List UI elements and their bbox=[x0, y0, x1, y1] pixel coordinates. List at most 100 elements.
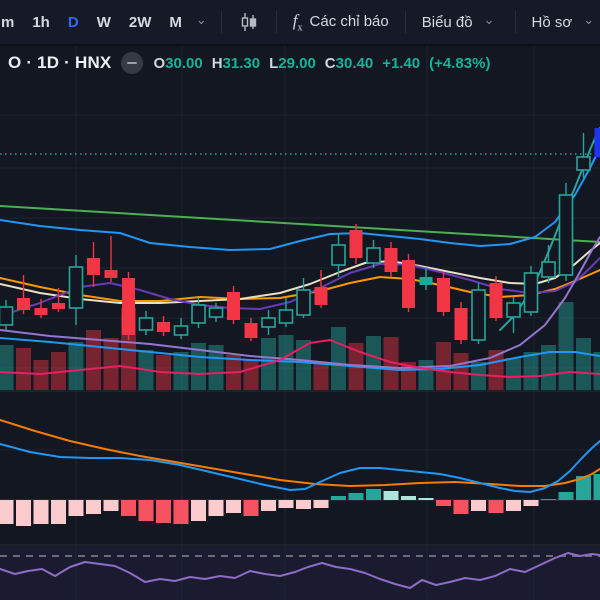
macd-histogram-bar bbox=[366, 489, 381, 500]
candle-body-up bbox=[506, 302, 521, 318]
volume-bar bbox=[33, 360, 49, 390]
timeframe-button-1h[interactable]: 1h bbox=[24, 9, 58, 36]
chart-style-button[interactable] bbox=[232, 6, 266, 38]
high-label: H bbox=[211, 54, 223, 72]
trading-app: m 1h D W 2W M ⌄ fx Các chỉ báo Biểu đồ ⌄ bbox=[0, 0, 600, 600]
candle-body-down bbox=[34, 308, 48, 315]
macd-histogram-bar bbox=[558, 492, 574, 500]
candle-body-up bbox=[576, 156, 591, 171]
candle-body-down bbox=[454, 308, 468, 340]
timeframe-button-1w[interactable]: W bbox=[89, 9, 119, 36]
change-value: +1.40 bbox=[382, 54, 421, 72]
toolbar-divider bbox=[404, 11, 406, 33]
macd-histogram-bar bbox=[138, 500, 154, 521]
volume-bar bbox=[366, 336, 381, 390]
volume-bar bbox=[418, 360, 434, 390]
volume-bar bbox=[453, 353, 469, 390]
candle-body-up bbox=[278, 309, 294, 324]
low-label: L bbox=[269, 54, 279, 72]
profile-label: Hồ sơ bbox=[531, 13, 573, 31]
top-toolbar: m 1h D W 2W M ⌄ fx Các chỉ báo Biểu đồ ⌄ bbox=[0, 0, 600, 46]
timeframe-button-2w[interactable]: 2W bbox=[121, 9, 160, 36]
macd-histogram-bar bbox=[226, 500, 241, 513]
candle-body-up bbox=[173, 325, 189, 336]
macd-histogram-bar bbox=[33, 500, 49, 524]
macd-histogram-bar bbox=[418, 498, 434, 500]
volume-bar bbox=[103, 338, 119, 390]
fx-icon: fx bbox=[292, 10, 303, 34]
volume-bar bbox=[68, 342, 84, 390]
profile-menu-button[interactable]: Hồ sơ ⌄ bbox=[526, 9, 600, 36]
macd-histogram-bar bbox=[16, 500, 31, 526]
macd-histogram-bar bbox=[436, 500, 451, 506]
indicators-button[interactable]: fx Các chỉ báo bbox=[287, 6, 395, 38]
open-label: O bbox=[153, 54, 166, 72]
volume-bar bbox=[313, 363, 329, 390]
macd-histogram-bar bbox=[86, 500, 101, 514]
candle-body-up bbox=[0, 306, 14, 326]
ohlc-values: O30.00 H31.30 L29.00 C30.40 +1.40 (+4.83… bbox=[153, 55, 490, 72]
macd-histogram-bar bbox=[401, 496, 416, 500]
macd-histogram-bar bbox=[68, 500, 84, 516]
macd-histogram-bar bbox=[313, 500, 329, 508]
macd-histogram-bar bbox=[541, 499, 556, 500]
volume-bar bbox=[16, 348, 31, 390]
candle-body-down bbox=[244, 323, 258, 338]
macd-histogram-bar bbox=[383, 491, 399, 500]
chart-canvas[interactable] bbox=[0, 0, 600, 600]
candle-body-down bbox=[157, 322, 170, 332]
minus-icon bbox=[127, 62, 138, 64]
candle-body-down bbox=[122, 278, 135, 335]
candle-body-down bbox=[52, 303, 65, 309]
chart-menu-button[interactable]: Biểu đồ ⌄ bbox=[416, 9, 505, 36]
collapse-legend-button[interactable] bbox=[121, 52, 144, 74]
candle-body-up bbox=[208, 307, 224, 318]
timeframe-button-m[interactable]: m bbox=[0, 9, 22, 36]
volume-bar bbox=[576, 338, 591, 390]
macd-histogram-bar bbox=[243, 500, 259, 516]
candle-body-last-blue bbox=[594, 128, 600, 157]
macd-histogram-bar bbox=[121, 500, 136, 516]
candle-body-up bbox=[138, 317, 154, 331]
candle-body-up bbox=[331, 244, 346, 266]
macd-histogram-bar bbox=[208, 500, 224, 516]
candlestick-icon bbox=[241, 13, 256, 31]
candle-body-down bbox=[437, 278, 450, 312]
macd-histogram-bar bbox=[348, 493, 364, 500]
macd-histogram-bar bbox=[261, 500, 276, 511]
candle-body-down bbox=[17, 298, 30, 310]
candle-body-up bbox=[541, 261, 556, 278]
close-label: C bbox=[324, 54, 336, 72]
candle-body-up bbox=[261, 317, 276, 328]
candle-body-down bbox=[227, 292, 240, 320]
change-pct-value: (+4.83%) bbox=[429, 54, 491, 72]
volume-bar bbox=[593, 352, 600, 390]
indicators-label: Các chỉ báo bbox=[309, 13, 389, 31]
candle-body-up bbox=[419, 277, 433, 285]
volume-bar bbox=[331, 327, 346, 390]
timeframe-button-1d[interactable]: D bbox=[60, 9, 87, 36]
volume-bar bbox=[243, 360, 259, 390]
macd-histogram-bar bbox=[51, 500, 66, 524]
macd-histogram-bar bbox=[296, 500, 311, 509]
macd-histogram-bar bbox=[173, 500, 189, 524]
macd-histogram-bar bbox=[506, 500, 521, 511]
low-value: 29.00 bbox=[278, 54, 316, 72]
candle-body-down bbox=[489, 283, 503, 318]
macd-histogram-bar bbox=[453, 500, 469, 514]
candle-body-up bbox=[366, 247, 381, 264]
toolbar-divider bbox=[275, 11, 277, 33]
chart-menu-label: Biểu đồ bbox=[421, 13, 473, 31]
timeframe-chevron-down-icon[interactable]: ⌄ bbox=[192, 12, 211, 28]
macd-histogram-bar bbox=[488, 500, 504, 513]
lower-pane-background bbox=[0, 546, 600, 600]
open-value: 30.00 bbox=[165, 54, 203, 72]
timeframe-button-1m[interactable]: M bbox=[161, 9, 190, 36]
candle-body-up bbox=[523, 272, 539, 313]
macd-histogram-bar bbox=[278, 500, 294, 508]
candle-body-up bbox=[296, 289, 311, 316]
high-value: 31.30 bbox=[222, 54, 261, 72]
macd-histogram-bar bbox=[471, 500, 486, 511]
volume-bar bbox=[0, 345, 14, 390]
candle-body-up bbox=[191, 304, 206, 324]
